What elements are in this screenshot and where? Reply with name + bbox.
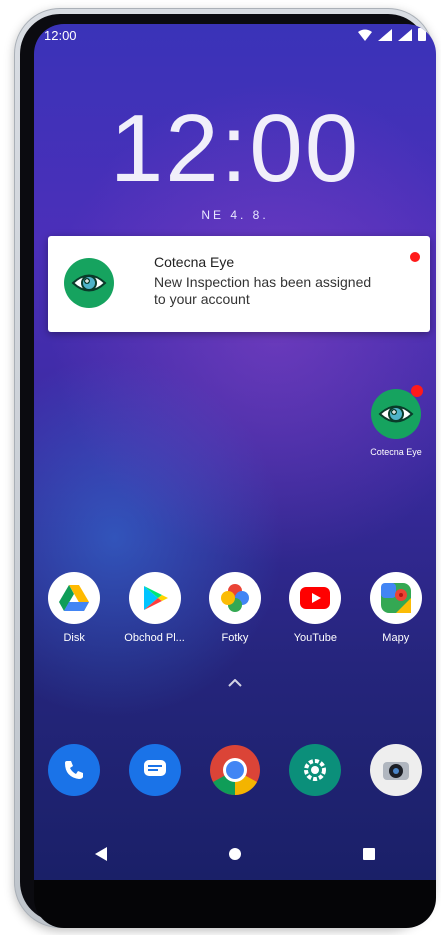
home-icon xyxy=(229,848,241,860)
dock-chrome[interactable] xyxy=(199,744,271,796)
app-disk[interactable]: Disk xyxy=(38,572,110,644)
cotecna-eye-app-icon xyxy=(371,385,423,439)
app-obchod-play[interactable]: Obchod Pl... xyxy=(119,572,191,644)
app-label: Mapy xyxy=(382,632,410,644)
app-mapy[interactable]: Mapy xyxy=(360,572,432,644)
notification-message: New Inspection has been assigned to your… xyxy=(154,274,414,308)
recents-button[interactable] xyxy=(349,839,389,869)
signal-icon-2 xyxy=(398,28,412,41)
notification-card[interactable]: Cotecna Eye New Inspection has been assi… xyxy=(48,236,430,332)
phone-bottom-bezel xyxy=(34,880,436,928)
back-button[interactable] xyxy=(81,839,121,869)
status-time: 12:00 xyxy=(44,28,77,43)
cotecna-eye-icon xyxy=(64,258,114,308)
app-badge-dot xyxy=(411,385,423,397)
app-label: Obchod Pl... xyxy=(124,632,185,644)
signal-icon xyxy=(378,28,392,41)
camera-icon xyxy=(369,744,422,796)
app-label: YouTube xyxy=(293,632,337,644)
dock-camera[interactable] xyxy=(360,744,432,796)
app-label: Fotky xyxy=(221,632,249,644)
battery-icon xyxy=(418,28,426,41)
dock-messages[interactable] xyxy=(119,744,191,796)
photos-icon xyxy=(208,572,261,624)
app-youtube[interactable]: YouTube xyxy=(279,572,351,644)
recents-icon xyxy=(363,848,375,860)
back-icon xyxy=(95,847,107,861)
status-bar: 12:00 xyxy=(34,24,436,48)
home-screen: 12:00 12:00 NE 4. 8. Cotecna Eye New Ins… xyxy=(34,24,436,880)
cotecna-eye-app-label: Cotecna Eye xyxy=(370,447,422,457)
wifi-icon xyxy=(358,29,372,41)
lockscreen-clock: 12:00 xyxy=(109,95,361,202)
dock xyxy=(34,744,436,796)
notification-title: Cotecna Eye xyxy=(154,254,235,270)
lockscreen-date: NE 4. 8. xyxy=(201,208,269,222)
play-store-icon xyxy=(128,572,181,624)
app-label: Disk xyxy=(63,632,85,644)
chevron-up-icon xyxy=(228,678,242,687)
google-drive-icon xyxy=(48,572,101,624)
maps-icon xyxy=(369,572,422,624)
dock-phone[interactable] xyxy=(38,744,110,796)
status-icons xyxy=(358,28,426,41)
youtube-icon xyxy=(289,572,342,624)
dock-settings[interactable] xyxy=(279,744,351,796)
phone-icon xyxy=(48,744,101,796)
cotecna-eye-app-shortcut[interactable]: Cotecna Eye xyxy=(356,385,436,457)
app-fotky[interactable]: Fotky xyxy=(199,572,271,644)
navigation-bar xyxy=(34,834,436,874)
home-button[interactable] xyxy=(215,839,255,869)
notification-message-line2: to your account xyxy=(154,291,250,307)
app-row: Disk Obchod Pl... Fotky YouTube Mapy xyxy=(34,572,436,644)
messages-icon xyxy=(128,744,181,796)
notification-indicator-dot xyxy=(410,252,420,262)
notification-message-line1: New Inspection has been assigned xyxy=(154,274,372,290)
app-drawer-arrow[interactable] xyxy=(34,676,436,690)
chrome-icon xyxy=(209,744,261,796)
settings-gear-icon xyxy=(289,744,342,796)
